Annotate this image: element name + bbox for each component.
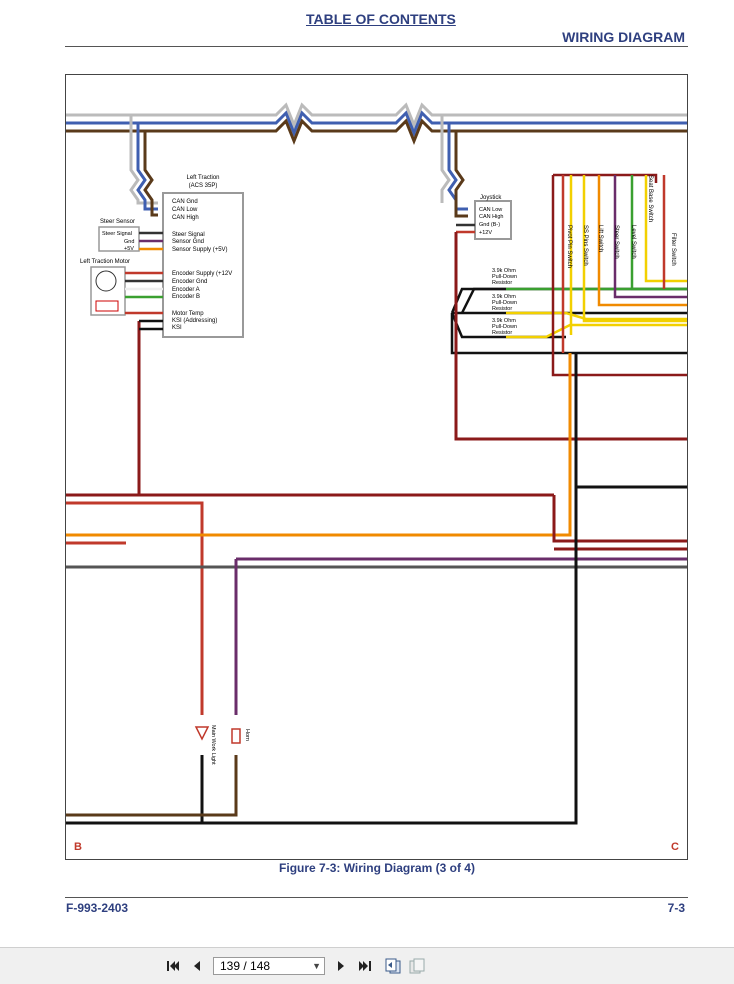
wiring-diagram: Left Traction (ACS 35P) CAN Gnd CAN Low …: [65, 74, 688, 860]
steer-sensor-pins: Steer Signal Gnd +5V: [102, 231, 134, 252]
pin-label: Encoder Gnd: [172, 279, 207, 285]
dropdown-caret-icon: ▼: [312, 961, 321, 971]
resistor-label: Resistor: [492, 306, 512, 312]
next-page-icon: [338, 961, 344, 971]
figure-caption: Figure 7-3: Wiring Diagram (3 of 4): [279, 861, 475, 875]
resistor-labels: 3.9k Ohm Pull-Down Resistor 3.9k Ohm Pul…: [492, 268, 517, 336]
pin-label: Encoder B: [172, 294, 200, 300]
next-view-icon: [409, 958, 425, 974]
go-forward-view-button[interactable]: [407, 956, 427, 976]
pin-label: Sensor Gnd: [172, 239, 204, 245]
pin-label: +5V: [124, 246, 134, 252]
joystick-title: Joystick: [480, 195, 502, 201]
previous-page-button[interactable]: [187, 956, 207, 976]
left-traction-pins: CAN Gnd CAN Low CAN High Steer Signal Se…: [172, 199, 232, 331]
pin-label: Gnd (B-): [479, 222, 500, 228]
switch-bank: [551, 173, 687, 377]
pin-label: Motor Temp: [172, 311, 204, 317]
steer-sensor-wires: [139, 231, 163, 251]
last-page-button[interactable]: [355, 956, 375, 976]
main-work-light: Main Work Light: [194, 725, 216, 765]
pin-label: Steer Signal: [102, 231, 132, 237]
wiring-diagram-svg: Left Traction (ACS 35P) CAN Gnd CAN Low …: [66, 102, 687, 853]
next-page-button[interactable]: [331, 956, 351, 976]
pin-label: Steer Signal: [172, 232, 205, 238]
pin-label: CAN High: [172, 215, 199, 221]
pin-label: Sensor Supply (+5V): [172, 247, 228, 253]
first-page-icon: [167, 961, 179, 971]
switch-labels: Pivot Pin Switch SS Pins Switch Lift Swi…: [566, 175, 676, 268]
header-rule: [65, 46, 688, 47]
pin-label: KSI: [172, 325, 182, 331]
previous-page-icon: [194, 961, 200, 971]
horn: Horn: [231, 728, 250, 744]
corner-c-label: C: [671, 841, 679, 853]
pin-label: CAN High: [479, 214, 503, 220]
go-back-view-button[interactable]: [383, 956, 403, 976]
switch-label: Seat Base Switch: [647, 175, 653, 222]
component-label: Main Work Light: [210, 725, 216, 765]
page-number-text: 139 / 148: [220, 959, 271, 973]
pin-label: CAN Low: [479, 207, 502, 213]
previous-view-icon: [385, 958, 401, 974]
last-page-icon: [359, 961, 371, 971]
left-traction-subtitle: (ACS 35P): [189, 183, 218, 189]
document-id: F-993-2403: [66, 901, 129, 915]
motor-symbol: [95, 270, 117, 292]
resistor-label: Resistor: [492, 330, 512, 336]
ksi-wire-stub: [139, 319, 163, 331]
section-title: WIRING DIAGRAM: [562, 29, 685, 45]
switch-label: Steer Switch: [613, 225, 619, 259]
pin-label: CAN Gnd: [172, 199, 198, 205]
top-bus: [66, 102, 687, 146]
motor-title: Left Traction Motor: [80, 259, 130, 265]
first-page-button[interactable]: [163, 956, 183, 976]
table-of-contents-link[interactable]: TABLE OF CONTENTS: [306, 11, 456, 27]
page-number-field[interactable]: 139 / 148 ▼: [213, 957, 325, 975]
page-reference: 7-3: [667, 901, 685, 915]
left-traction-title: Left Traction: [186, 175, 219, 181]
pin-label: KSI (Addressing): [172, 318, 217, 324]
switch-label: Filter Switch: [670, 233, 676, 266]
pin-label: +12V: [479, 230, 492, 236]
joystick-pins: CAN Low CAN High Gnd (B-) +12V: [479, 207, 503, 236]
component-label: Horn: [244, 729, 250, 741]
pin-label: Encoder Supply (+12V: [172, 271, 232, 277]
motor-wires: [125, 271, 163, 315]
switch-label: SS Pins Switch: [582, 225, 588, 266]
resistor-label: Resistor: [492, 280, 512, 286]
switch-label: Lift Switch: [597, 225, 603, 252]
pin-label: CAN Low: [172, 207, 198, 213]
footer-rule: [65, 897, 688, 898]
corner-b-label: B: [74, 841, 82, 853]
switch-label: Pivot Pin Switch: [566, 225, 572, 268]
switch-label: Level Switch: [630, 225, 636, 259]
temp-sensor-symbol: [95, 300, 119, 312]
pin-label: Gnd: [124, 239, 134, 245]
viewer-toolbar: 139 / 148 ▼: [0, 947, 734, 984]
pin-label: Encoder A: [172, 287, 200, 293]
steer-sensor-title: Steer Sensor: [100, 219, 135, 225]
